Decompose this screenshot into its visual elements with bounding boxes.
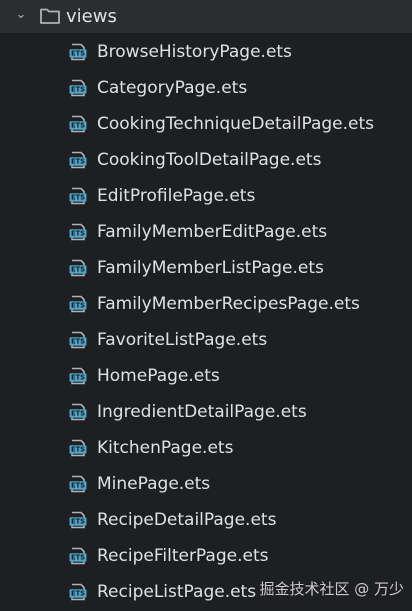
ets-file-icon: ETS (69, 187, 87, 205)
file-name: FamilyMemberRecipesPage.ets (97, 294, 360, 314)
file-name: MinePage.ets (97, 474, 211, 494)
svg-text:ETS: ETS (71, 266, 85, 274)
svg-text:ETS: ETS (71, 482, 85, 490)
ets-file-icon: ETS (69, 43, 87, 61)
file-row[interactable]: ETS FamilyMemberListPage.ets (0, 250, 412, 286)
ets-file-icon: ETS (69, 331, 87, 349)
file-name: KitchenPage.ets (97, 438, 234, 458)
file-name: CookingToolDetailPage.ets (97, 150, 322, 170)
file-name: CategoryPage.ets (97, 78, 248, 98)
ets-file-icon: ETS (69, 583, 87, 601)
file-row[interactable]: ETS BrowseHistoryPage.ets (0, 34, 412, 70)
file-row[interactable]: ETS FavoriteListPage.ets (0, 322, 412, 358)
file-name: FamilyMemberListPage.ets (97, 258, 324, 278)
svg-text:ETS: ETS (71, 230, 85, 238)
svg-text:ETS: ETS (71, 554, 85, 562)
folder-label: views (66, 6, 117, 27)
file-name: FavoriteListPage.ets (97, 330, 268, 350)
file-row[interactable]: ETS MinePage.ets (0, 466, 412, 502)
svg-text:ETS: ETS (71, 194, 85, 202)
file-row[interactable]: ETS IngredientDetailPage.ets (0, 394, 412, 430)
ets-file-icon: ETS (69, 259, 87, 277)
file-row[interactable]: ETS CategoryPage.ets (0, 70, 412, 106)
file-name: EditProfilePage.ets (97, 186, 256, 206)
file-row[interactable]: ETS RecipeDetailPage.ets (0, 502, 412, 538)
svg-text:ETS: ETS (71, 338, 85, 346)
ets-file-icon: ETS (69, 547, 87, 565)
ets-file-icon: ETS (69, 475, 87, 493)
chevron-down-icon[interactable]: ⌄ (13, 7, 29, 23)
file-row[interactable]: ETS CookingTechniqueDetailPage.ets (0, 106, 412, 142)
file-name: IngredientDetailPage.ets (97, 402, 307, 422)
ets-file-icon: ETS (69, 79, 87, 97)
ets-file-icon: ETS (69, 295, 87, 313)
ets-file-icon: ETS (69, 151, 87, 169)
file-name: FamilyMemberEditPage.ets (97, 222, 328, 242)
ets-file-icon: ETS (69, 223, 87, 241)
svg-text:ETS: ETS (71, 374, 85, 382)
svg-text:ETS: ETS (71, 158, 85, 166)
file-name: HomePage.ets (97, 366, 220, 386)
ets-file-icon: ETS (69, 511, 87, 529)
watermark-text: 掘金技术社区 @ 万少 (259, 580, 404, 598)
svg-text:ETS: ETS (71, 518, 85, 526)
ets-file-icon: ETS (69, 439, 87, 457)
file-row[interactable]: ETS FamilyMemberRecipesPage.ets (0, 286, 412, 322)
file-row[interactable]: ETS FamilyMemberEditPage.ets (0, 214, 412, 250)
svg-text:ETS: ETS (71, 302, 85, 310)
file-name: RecipeListPage.ets (97, 582, 257, 602)
file-row[interactable]: ETS CookingToolDetailPage.ets (0, 142, 412, 178)
ets-file-icon: ETS (69, 115, 87, 133)
file-name: BrowseHistoryPage.ets (97, 42, 292, 62)
svg-text:ETS: ETS (71, 410, 85, 418)
ets-file-icon: ETS (69, 367, 87, 385)
file-row[interactable]: ETS HomePage.ets (0, 358, 412, 394)
file-name: RecipeDetailPage.ets (97, 510, 277, 530)
svg-text:ETS: ETS (71, 590, 85, 598)
file-name: CookingTechniqueDetailPage.ets (97, 114, 375, 134)
ets-file-icon: ETS (69, 403, 87, 421)
svg-text:ETS: ETS (71, 122, 85, 130)
folder-row-views[interactable]: ⌄ views (0, 0, 412, 33)
folder-icon (40, 8, 60, 24)
file-name: RecipeFilterPage.ets (97, 546, 269, 566)
svg-text:ETS: ETS (71, 86, 85, 94)
file-row[interactable]: ETS EditProfilePage.ets (0, 178, 412, 214)
file-tree: ⌄ views ETS BrowseHistoryPage.ets ETS Ca… (0, 0, 412, 611)
project-file-tree-panel: ⌄ views ETS BrowseHistoryPage.ets ETS Ca… (0, 0, 412, 611)
file-row[interactable]: ETS KitchenPage.ets (0, 430, 412, 466)
svg-text:ETS: ETS (71, 446, 85, 454)
svg-text:ETS: ETS (71, 50, 85, 58)
file-row[interactable]: ETS RecipeFilterPage.ets (0, 538, 412, 574)
